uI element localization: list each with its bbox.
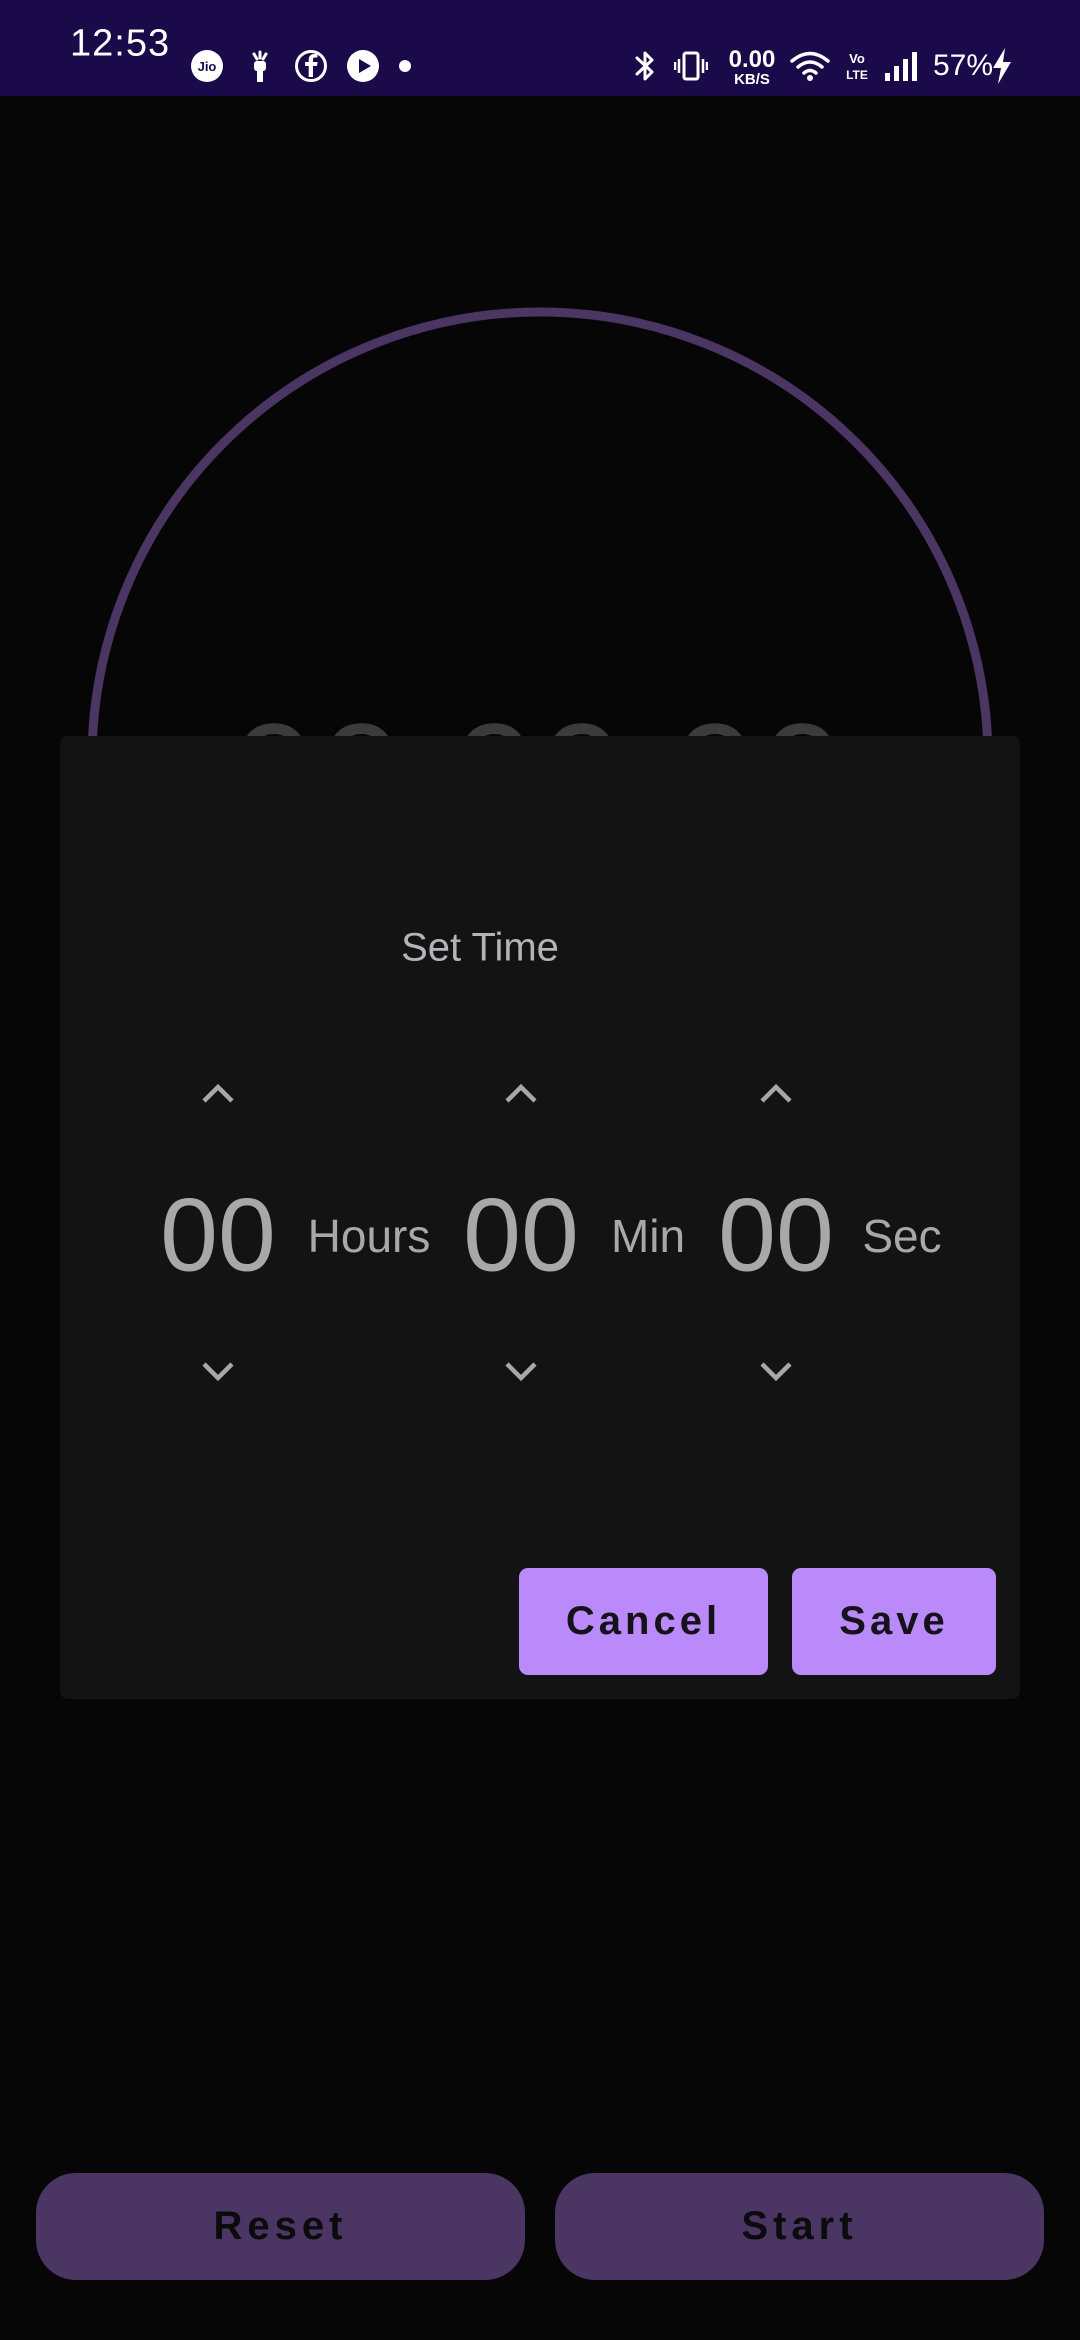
cancel-button[interactable]: Cancel: [519, 1568, 768, 1675]
hours-value[interactable]: 00: [160, 1177, 276, 1296]
seconds-value[interactable]: 00: [718, 1177, 834, 1296]
chevron-down-icon: [505, 1362, 537, 1382]
hours-decrement-button[interactable]: [178, 1332, 258, 1412]
seconds-decrement-button[interactable]: [736, 1332, 816, 1412]
timer-screen: 12:53 Jio 0.00 KB/S Vo LTE 57% Set Time …: [0, 0, 1080, 2340]
minutes-decrement-button[interactable]: [481, 1332, 561, 1412]
save-button[interactable]: Save: [792, 1568, 996, 1675]
seconds-increment-button[interactable]: [736, 1053, 816, 1133]
hours-label: Hours: [307, 1210, 431, 1262]
seconds-label: Sec: [862, 1210, 942, 1262]
chevron-down-icon: [760, 1362, 792, 1382]
chevron-down-icon: [202, 1362, 234, 1382]
chevron-up-icon: [505, 1083, 537, 1103]
dialog-title: Set Time: [401, 925, 559, 970]
minutes-label: Min: [610, 1210, 686, 1262]
reset-button[interactable]: Reset: [36, 2173, 525, 2280]
minutes-increment-button[interactable]: [481, 1053, 561, 1133]
minutes-value[interactable]: 00: [463, 1177, 579, 1296]
chevron-up-icon: [760, 1083, 792, 1103]
chevron-up-icon: [202, 1083, 234, 1103]
start-button[interactable]: Start: [555, 2173, 1044, 2280]
hours-increment-button[interactable]: [178, 1053, 258, 1133]
